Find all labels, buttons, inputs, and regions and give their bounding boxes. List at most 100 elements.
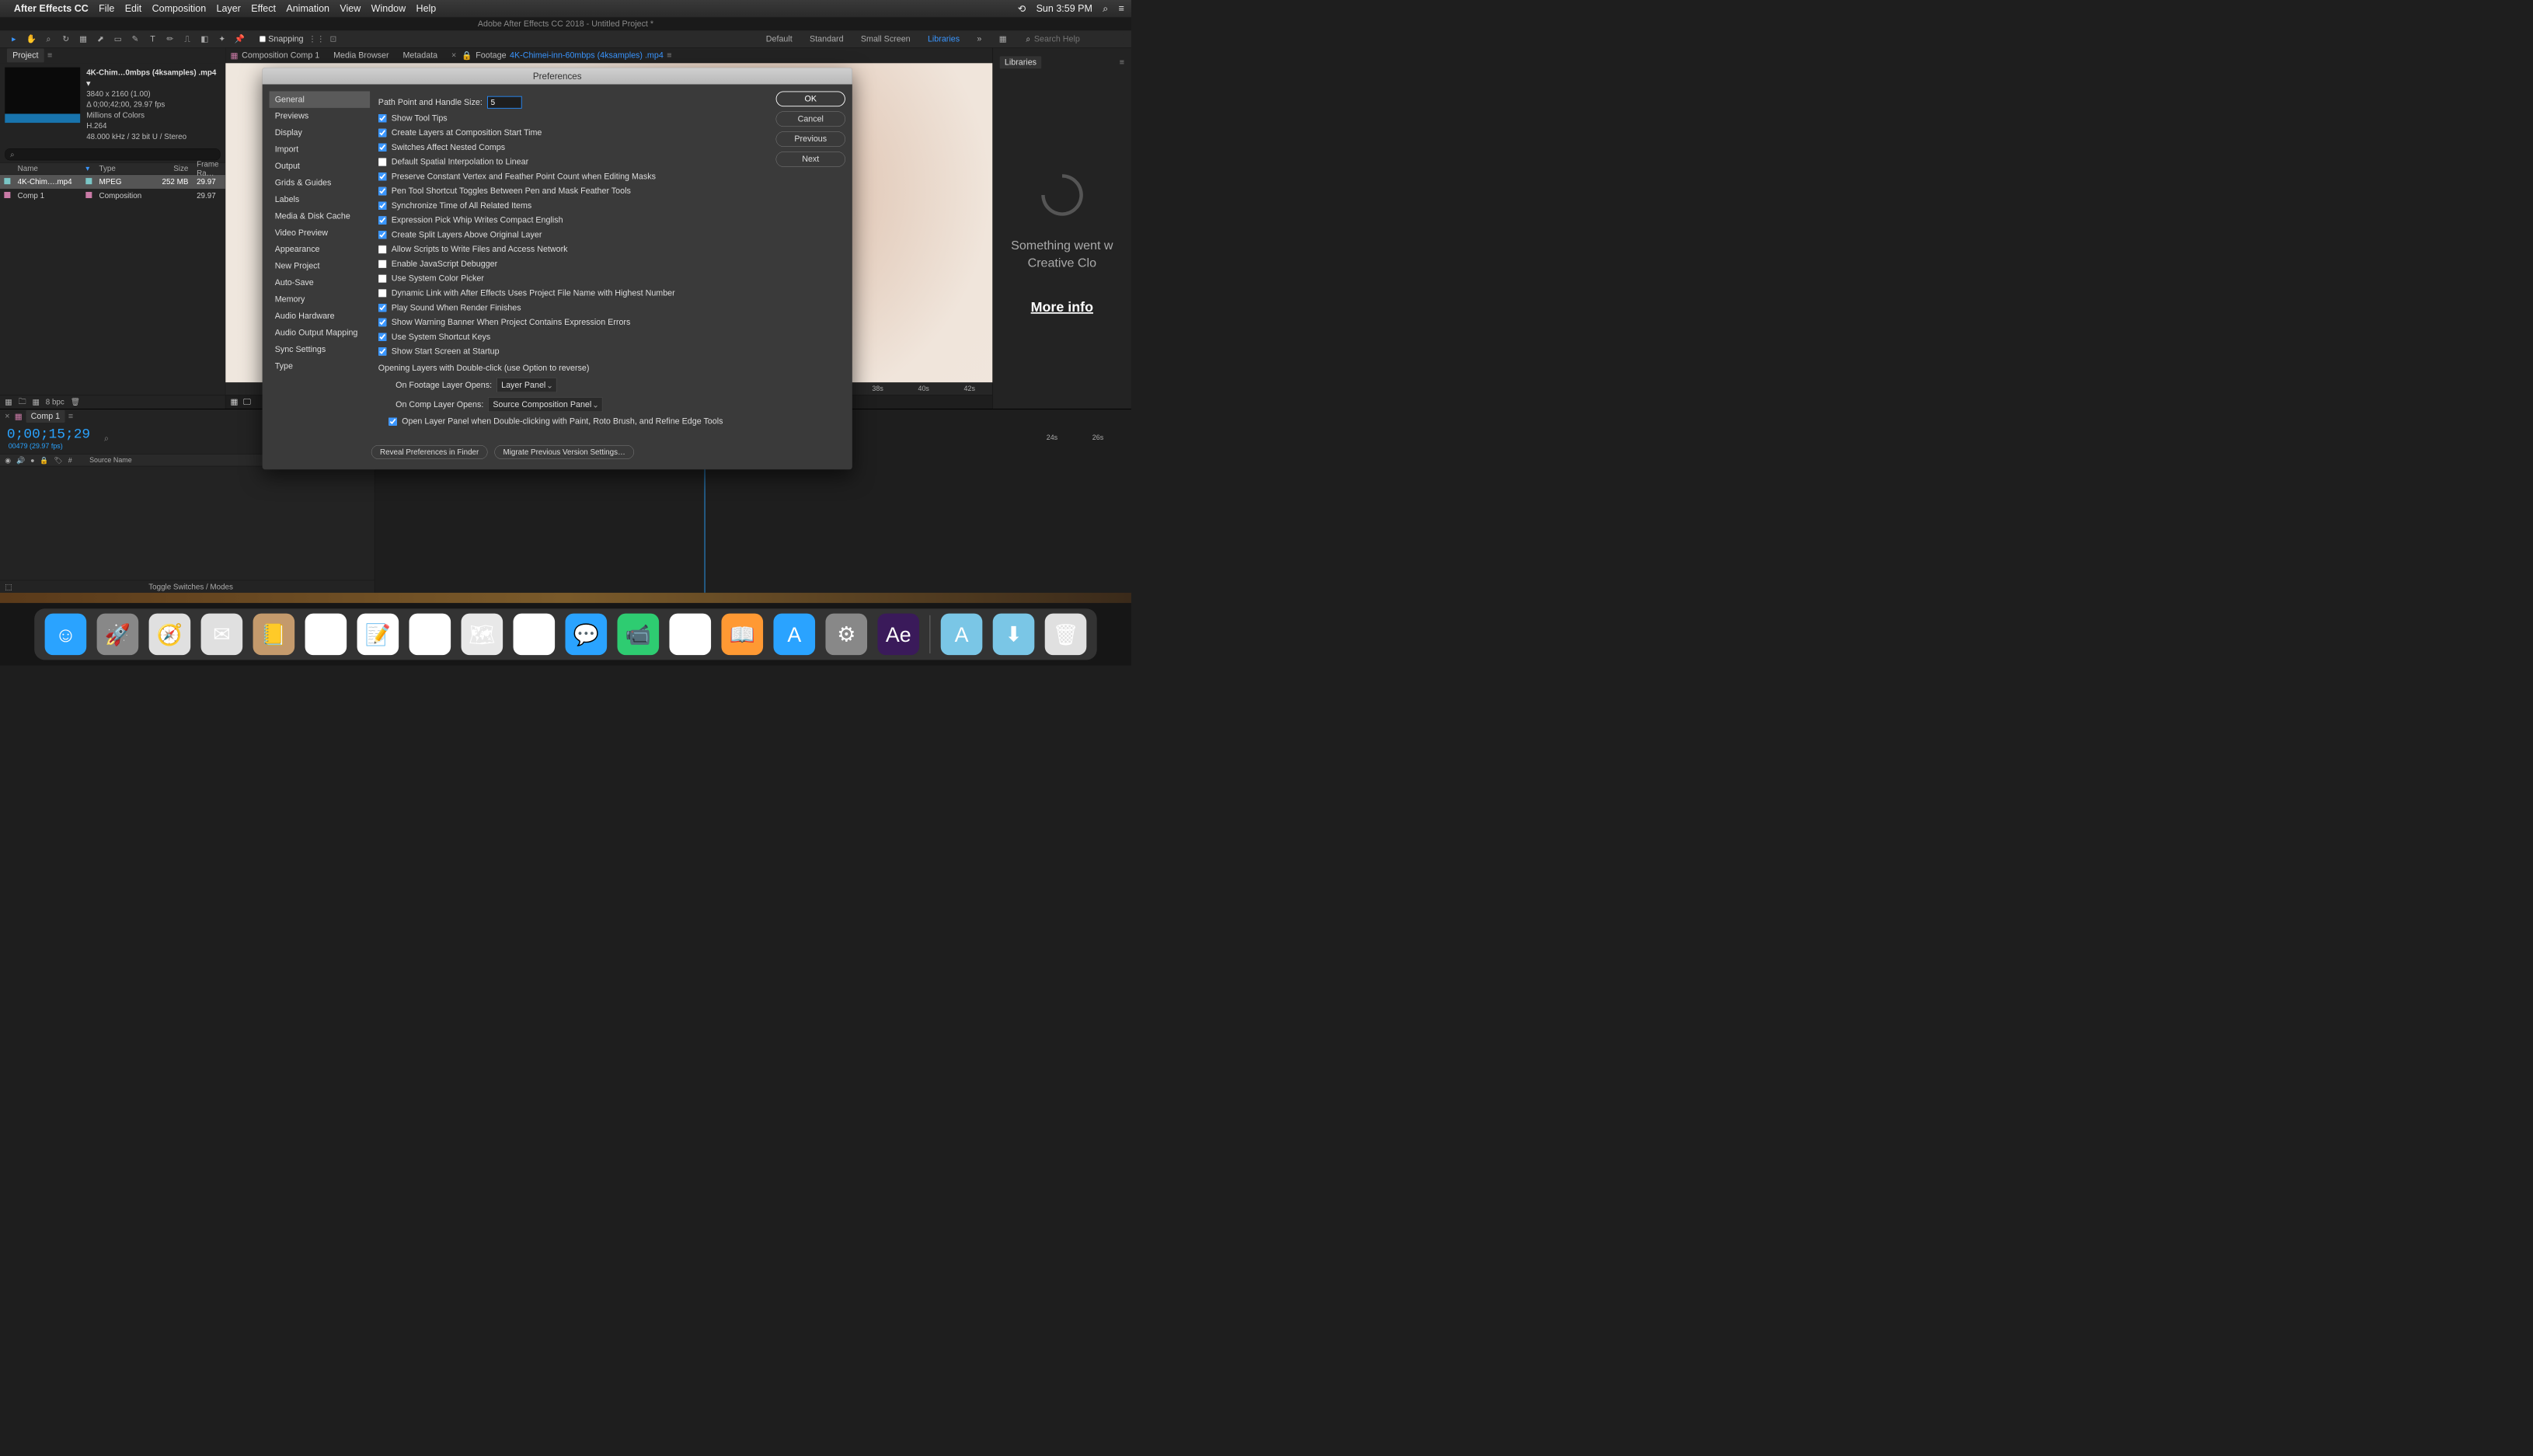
menubar-clock[interactable]: Sun 3:59 PM (1037, 3, 1092, 14)
snap-opt-icon[interactable]: ⋮⋮ (308, 34, 325, 44)
prefs-cat-memory[interactable]: Memory (270, 291, 371, 308)
dock-sysprefs-icon[interactable]: ⚙ (825, 614, 867, 656)
timeline-tab[interactable]: Comp 1 (26, 410, 64, 423)
lock-icon[interactable]: 🔒 (40, 457, 48, 465)
pref-checkbox[interactable] (378, 114, 387, 123)
menubar-list-icon[interactable]: ≡ (1119, 3, 1124, 14)
snap-opt2-icon[interactable]: ⊡ (329, 34, 336, 44)
col-type[interactable]: Type (95, 164, 153, 173)
prefs-cat-output[interactable]: Output (270, 158, 371, 174)
pref-checkbox[interactable] (378, 216, 387, 225)
menu-file[interactable]: File (99, 3, 114, 14)
monitor-icon[interactable]: 🖵 (243, 397, 251, 407)
menu-help[interactable]: Help (416, 3, 437, 14)
prefs-cat-grids-guides[interactable]: Grids & Guides (270, 175, 371, 191)
prefs-cat-type[interactable]: Type (270, 357, 371, 374)
spotlight-icon[interactable]: ⌕ (1103, 3, 1108, 15)
project-tab[interactable]: Project (7, 49, 44, 63)
interpret-icon[interactable]: ▦ (5, 398, 12, 407)
ws-small[interactable]: Small Screen (861, 34, 911, 44)
prefs-cat-appearance[interactable]: Appearance (270, 241, 371, 257)
pref-checkbox[interactable] (378, 143, 387, 152)
footage-opens-dropdown[interactable]: Layer Panel (496, 378, 556, 392)
dock-mail-icon[interactable]: ✉ (201, 614, 243, 656)
project-row[interactable]: 4K-Chim….mp4 MPEG 252 MB 29.97 (0, 175, 225, 189)
col-name[interactable]: Name (13, 164, 82, 173)
prefs-cat-audio-output-mapping[interactable]: Audio Output Mapping (270, 325, 371, 341)
comp-opens-dropdown[interactable]: Source Composition Panel (489, 397, 603, 412)
dock-photos-icon[interactable]: ✿ (514, 614, 556, 656)
lock-icon[interactable]: 🔒 (462, 51, 472, 61)
current-timecode[interactable]: 0;00;15;29 (7, 427, 90, 442)
previous-button[interactable]: Previous (776, 131, 845, 147)
menu-layer[interactable]: Layer (217, 3, 241, 14)
prefs-cat-media-disk-cache[interactable]: Media & Disk Cache (270, 208, 371, 225)
pref-checkbox[interactable] (378, 260, 387, 269)
col-framerate[interactable]: Frame Ra… (193, 159, 225, 177)
pref-checkbox[interactable] (378, 333, 387, 341)
close-icon[interactable]: × (451, 51, 456, 61)
folder-icon[interactable]: 🗀 (19, 395, 26, 409)
pin-tool-icon[interactable]: 📌 (232, 32, 246, 46)
label-icon[interactable]: 🏷 (54, 457, 62, 465)
prefs-cat-labels[interactable]: Labels (270, 191, 371, 207)
dock-finder-icon[interactable]: ☺ (45, 614, 87, 656)
dock-facetime-icon[interactable]: 📹 (618, 614, 660, 656)
pref-checkbox[interactable] (378, 304, 387, 312)
dock-notes-icon[interactable]: 📝 (357, 614, 399, 656)
rotate-tool-icon[interactable]: ↻ (59, 32, 73, 46)
prefs-cat-auto-save[interactable]: Auto-Save (270, 274, 371, 291)
ws-standard[interactable]: Standard (810, 34, 844, 44)
tab-metadata[interactable]: Metadata (402, 51, 437, 61)
search-help-input[interactable] (1034, 34, 1124, 44)
pref-checkbox[interactable] (378, 319, 387, 327)
pref-checkbox[interactable] (378, 187, 387, 196)
snapping-checkbox[interactable] (260, 36, 266, 42)
dock-apps-folder-icon[interactable]: A (941, 614, 983, 656)
prefs-cat-new-project[interactable]: New Project (270, 258, 371, 274)
pref-checkbox[interactable] (378, 172, 387, 181)
project-search[interactable]: ⌕ (5, 148, 220, 160)
new-comp-icon[interactable]: ▦ (32, 398, 39, 407)
solo-icon[interactable]: ● (30, 457, 34, 465)
menu-animation[interactable]: Animation (286, 3, 329, 14)
menu-edit[interactable]: Edit (125, 3, 142, 14)
item-name[interactable]: 4K-Chim…0mbps (4ksamples) .mp4 ▾ (86, 68, 220, 89)
prefs-cat-display[interactable]: Display (270, 124, 371, 141)
clone-tool-icon[interactable]: ⎍ (180, 32, 194, 46)
menu-window[interactable]: Window (371, 3, 406, 14)
app-name[interactable]: After Effects CC (14, 3, 89, 14)
source-name-header[interactable]: Source Name (89, 456, 132, 464)
tab-composition[interactable]: ▦ Composition Comp 1 (231, 51, 320, 61)
project-row[interactable]: Comp 1 Composition 29.97 (0, 189, 225, 203)
ws-libraries[interactable]: Libraries (928, 34, 960, 44)
menu-effect[interactable]: Effect (251, 3, 276, 14)
ws-default[interactable]: Default (766, 34, 793, 44)
panel-menu-icon[interactable]: ≡ (1120, 57, 1124, 68)
open-layer-panel-checkbox[interactable] (388, 417, 397, 426)
close-icon[interactable]: × (5, 412, 9, 422)
prefs-cat-general[interactable]: General (270, 91, 371, 107)
cancel-button[interactable]: Cancel (776, 111, 845, 127)
tab-footage[interactable]: × 🔒 Footage 4K-Chimei-inn-60mbps (4ksamp… (451, 51, 672, 61)
brush-tool-icon[interactable]: ✏ (163, 32, 177, 46)
prefs-cat-video-preview[interactable]: Video Preview (270, 225, 371, 241)
tab-file-link[interactable]: 4K-Chimei-inn-60mbps (4ksamples) .mp4 (510, 51, 664, 61)
dock-contacts-icon[interactable]: 📒 (253, 614, 295, 656)
dock-ibooks-icon[interactable]: 📖 (721, 614, 763, 656)
pref-checkbox[interactable] (378, 231, 387, 239)
tab-media-browser[interactable]: Media Browser (333, 51, 388, 61)
search-icon[interactable]: ⌕ (104, 434, 109, 444)
snapping-toggle[interactable]: Snapping ⋮⋮ ⊡ (260, 34, 336, 44)
prefs-cat-previews[interactable]: Previews (270, 108, 371, 124)
menu-view[interactable]: View (340, 3, 361, 14)
pref-checkbox[interactable] (378, 347, 387, 356)
dock-trash-icon[interactable]: 🗑 (1045, 614, 1087, 656)
pref-checkbox[interactable] (378, 158, 387, 166)
selection-tool-icon[interactable]: ▸ (7, 32, 21, 46)
bpc-label[interactable]: 8 bpc (46, 398, 64, 407)
dock-appstore-icon[interactable]: A (773, 614, 815, 656)
more-info-link[interactable]: More info (1031, 299, 1093, 315)
dock-reminders-icon[interactable]: ☑ (409, 614, 451, 656)
libraries-tab[interactable]: Libraries (1000, 56, 1042, 68)
